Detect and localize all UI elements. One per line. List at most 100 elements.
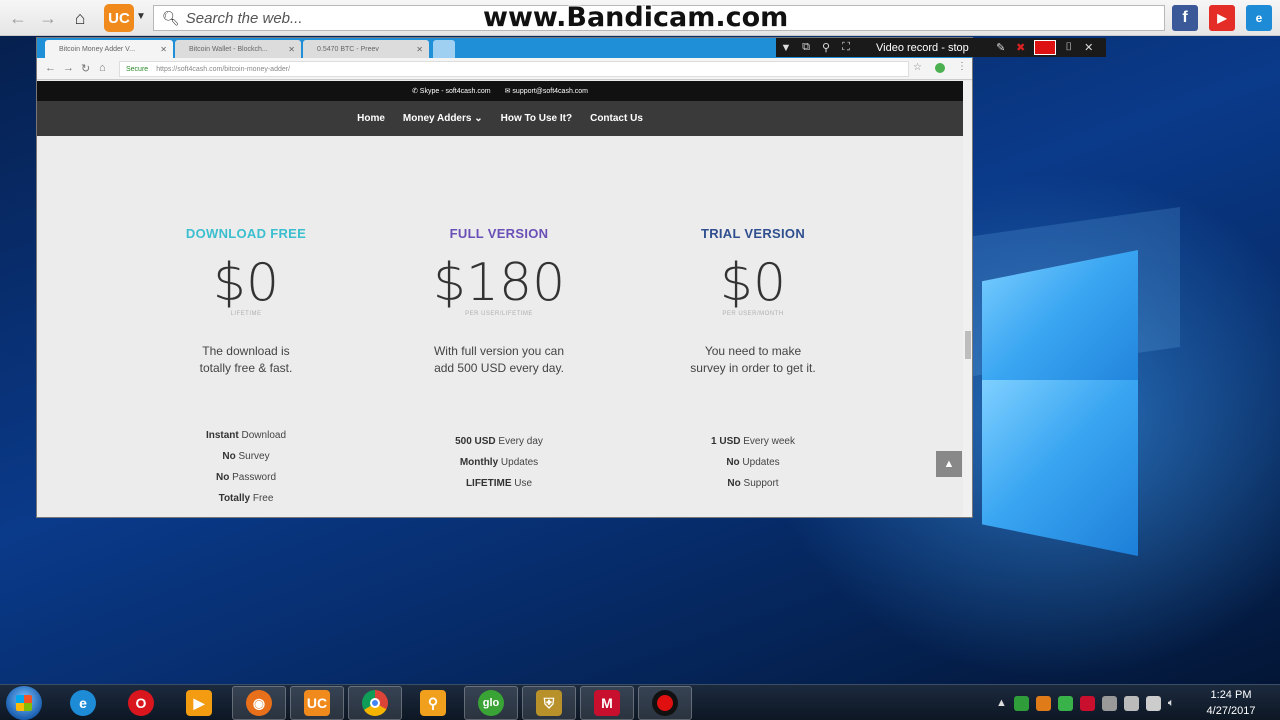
nav-money-adders[interactable]: Money Adders ⌄ [403,113,483,124]
mcafee-tray-icon[interactable] [1079,695,1095,711]
close-icon[interactable]: ✕ [160,45,167,54]
security-shield-icon[interactable] [1013,695,1029,711]
network-icon[interactable] [1123,695,1139,711]
cursor-icon[interactable]: ✖ [1011,41,1031,54]
feature-item: No Password [215,472,277,483]
plan-download-free: DOWNLOAD FREE $0 LIFETIME The download i… [136,226,356,509]
camera-icon[interactable]: ⌷ [1059,41,1079,54]
uc-browser-icon: UC [304,690,330,716]
plan-description: With full version you can add 500 USD ev… [433,344,565,375]
taskbar-shield-app[interactable]: ⛨ [522,686,576,720]
plan-features: 500 USD Every day Monthly Updates LIFETI… [389,431,609,494]
plan-full-version: FULL VERSION $180 PER USER/LIFETIME With… [389,226,609,494]
fullscreen-icon[interactable]: ⛶ [836,41,856,54]
bandicam-control-bar: ▼ ⧉ ⚲ ⛶ Video record - stop ✎ ✖ ⌷ ✕ [776,38,1106,57]
windows-logo-icon [16,695,32,711]
taskbar-glo[interactable]: glo [464,686,518,720]
internet-explorer-icon: e [70,690,96,716]
taskbar-clock[interactable]: 1:24 PM 4/27/2017 [1196,687,1266,719]
feature-item: LIFETIME Use [465,478,533,489]
taskbar-opera[interactable]: O [114,686,168,720]
skype-contact[interactable]: ✆ Skype - soft4cash.com [412,87,491,95]
plan-price: $0 [212,253,280,313]
page-scrollbar[interactable] [963,81,972,517]
forward-arrow-icon[interactable]: → [36,6,60,30]
tab-preev[interactable]: 0.5470 BTC - Preev ✕ [303,40,429,58]
youtube-icon[interactable]: ▶ [1209,5,1235,31]
start-button[interactable] [6,686,42,720]
feature-item: Totally Free [218,493,274,504]
plan-price: $0 [719,253,787,313]
plan-title: DOWNLOAD FREE [185,226,307,241]
scroll-to-top-button[interactable]: ▲ [936,451,962,477]
scrollbar-thumb[interactable] [965,331,971,359]
taskbar-firefox[interactable]: ◉ [232,686,286,720]
back-arrow-icon[interactable]: ← [6,6,30,30]
secure-label: Secure [126,65,149,73]
pencil-icon[interactable]: ✎ [991,41,1011,54]
tab-bitcoin-money-adder[interactable]: Bitcoin Money Adder V... ✕ [45,40,173,58]
feature-item: No Support [727,478,779,489]
internet-explorer-icon[interactable]: e [1246,5,1272,31]
feature-item: No Updates [726,457,780,468]
windows-taskbar: e O ▶ ◉ UC ⚲ glo ⛨ M ▲ 🔈︎ 1:24 PM 4/27/2… [0,684,1280,720]
chrome-icon [362,690,388,716]
close-icon[interactable]: ✕ [416,45,423,54]
reload-icon[interactable]: ↻ [81,62,90,75]
home-icon[interactable]: ⌂ [99,62,106,74]
taskbar-mcafee[interactable]: M [580,686,634,720]
tab-label: Bitcoin Wallet - Blockch... [189,45,268,53]
taskbar-media-player[interactable]: ▶ [172,686,226,720]
taskbar-internet-explorer[interactable]: e [56,686,110,720]
chrome-window: Bitcoin Money Adder V... ✕ Bitcoin Wallet… [36,37,973,518]
windows-logo-pane-bottom [982,380,1138,556]
facebook-icon[interactable]: f [1172,5,1198,31]
nav-how-to-use[interactable]: How To Use It? [501,113,572,124]
system-tray: ▲ 🔈︎ [996,693,1175,713]
tray-app-icon[interactable] [1057,695,1073,711]
forward-arrow-icon[interactable]: → [63,62,74,74]
url-field[interactable]: Secure https://soft4cash.com/bitcoin-mon… [119,61,909,77]
stop-record-button[interactable] [1033,40,1056,55]
home-icon[interactable]: ⌂ [68,6,92,30]
taskbar-uc-browser[interactable]: UC [290,686,344,720]
tray-app-icon[interactable] [1101,695,1117,711]
back-arrow-icon[interactable]: ← [45,62,56,74]
chrome-address-bar: ← → ↻ ⌂ Secure https://soft4cash.com/bit… [37,58,972,80]
window-mode-icon[interactable]: ⧉ [796,41,816,54]
tray-app-icon[interactable] [1035,695,1051,711]
mcafee-icon: M [594,690,620,716]
dropdown-icon[interactable]: ▼ [776,42,796,54]
new-tab-button[interactable] [433,40,455,58]
volume-icon[interactable]: 🔈︎ [1168,697,1175,710]
opera-icon: O [128,690,154,716]
nav-home[interactable]: Home [357,113,385,124]
close-icon[interactable]: ✕ [288,45,295,54]
taskbar-search-app[interactable]: ⚲ [406,686,460,720]
site-contact-bar: ✆ Skype - soft4cash.com ✉ support@soft4c… [37,81,963,101]
phone-icon: ✆ [411,88,420,95]
tab-bitcoin-wallet[interactable]: Bitcoin Wallet - Blockch... ✕ [175,40,301,58]
plan-period: LIFETIME [230,311,262,317]
browser-toolbar: ← → ⌂ UC ▼ 🔍︎ f ▶ e www.Bandicam.com [0,0,1280,36]
feature-item: Monthly Updates [459,457,539,468]
chevron-down-icon[interactable]: ▼ [136,11,146,22]
feature-item: No Survey [222,451,270,462]
chevron-up-icon: ▲ [943,458,955,470]
nav-contact-us[interactable]: Contact Us [590,113,643,124]
close-icon[interactable]: ✕ [1079,41,1099,54]
flag-icon[interactable] [1145,695,1161,711]
taskbar-chrome[interactable] [348,686,402,720]
uc-browser-logo-icon[interactable]: UC [104,4,134,32]
extension-icon[interactable] [935,63,945,73]
clock-time: 1:24 PM [1210,689,1252,701]
plan-title: TRIAL VERSION [700,226,806,241]
taskbar-bandicam[interactable] [638,686,692,720]
show-hidden-icons[interactable]: ▲ [996,697,1007,709]
email-contact[interactable]: ✉ support@soft4cash.com [505,87,588,95]
magnifier-icon: ⚲ [420,690,446,716]
menu-dots-icon[interactable]: ⋮ [957,61,967,72]
website-content: ✆ Skype - soft4cash.com ✉ support@soft4c… [37,81,963,517]
search-icon[interactable]: ⚲ [816,41,836,54]
star-icon[interactable]: ☆ [913,62,922,73]
